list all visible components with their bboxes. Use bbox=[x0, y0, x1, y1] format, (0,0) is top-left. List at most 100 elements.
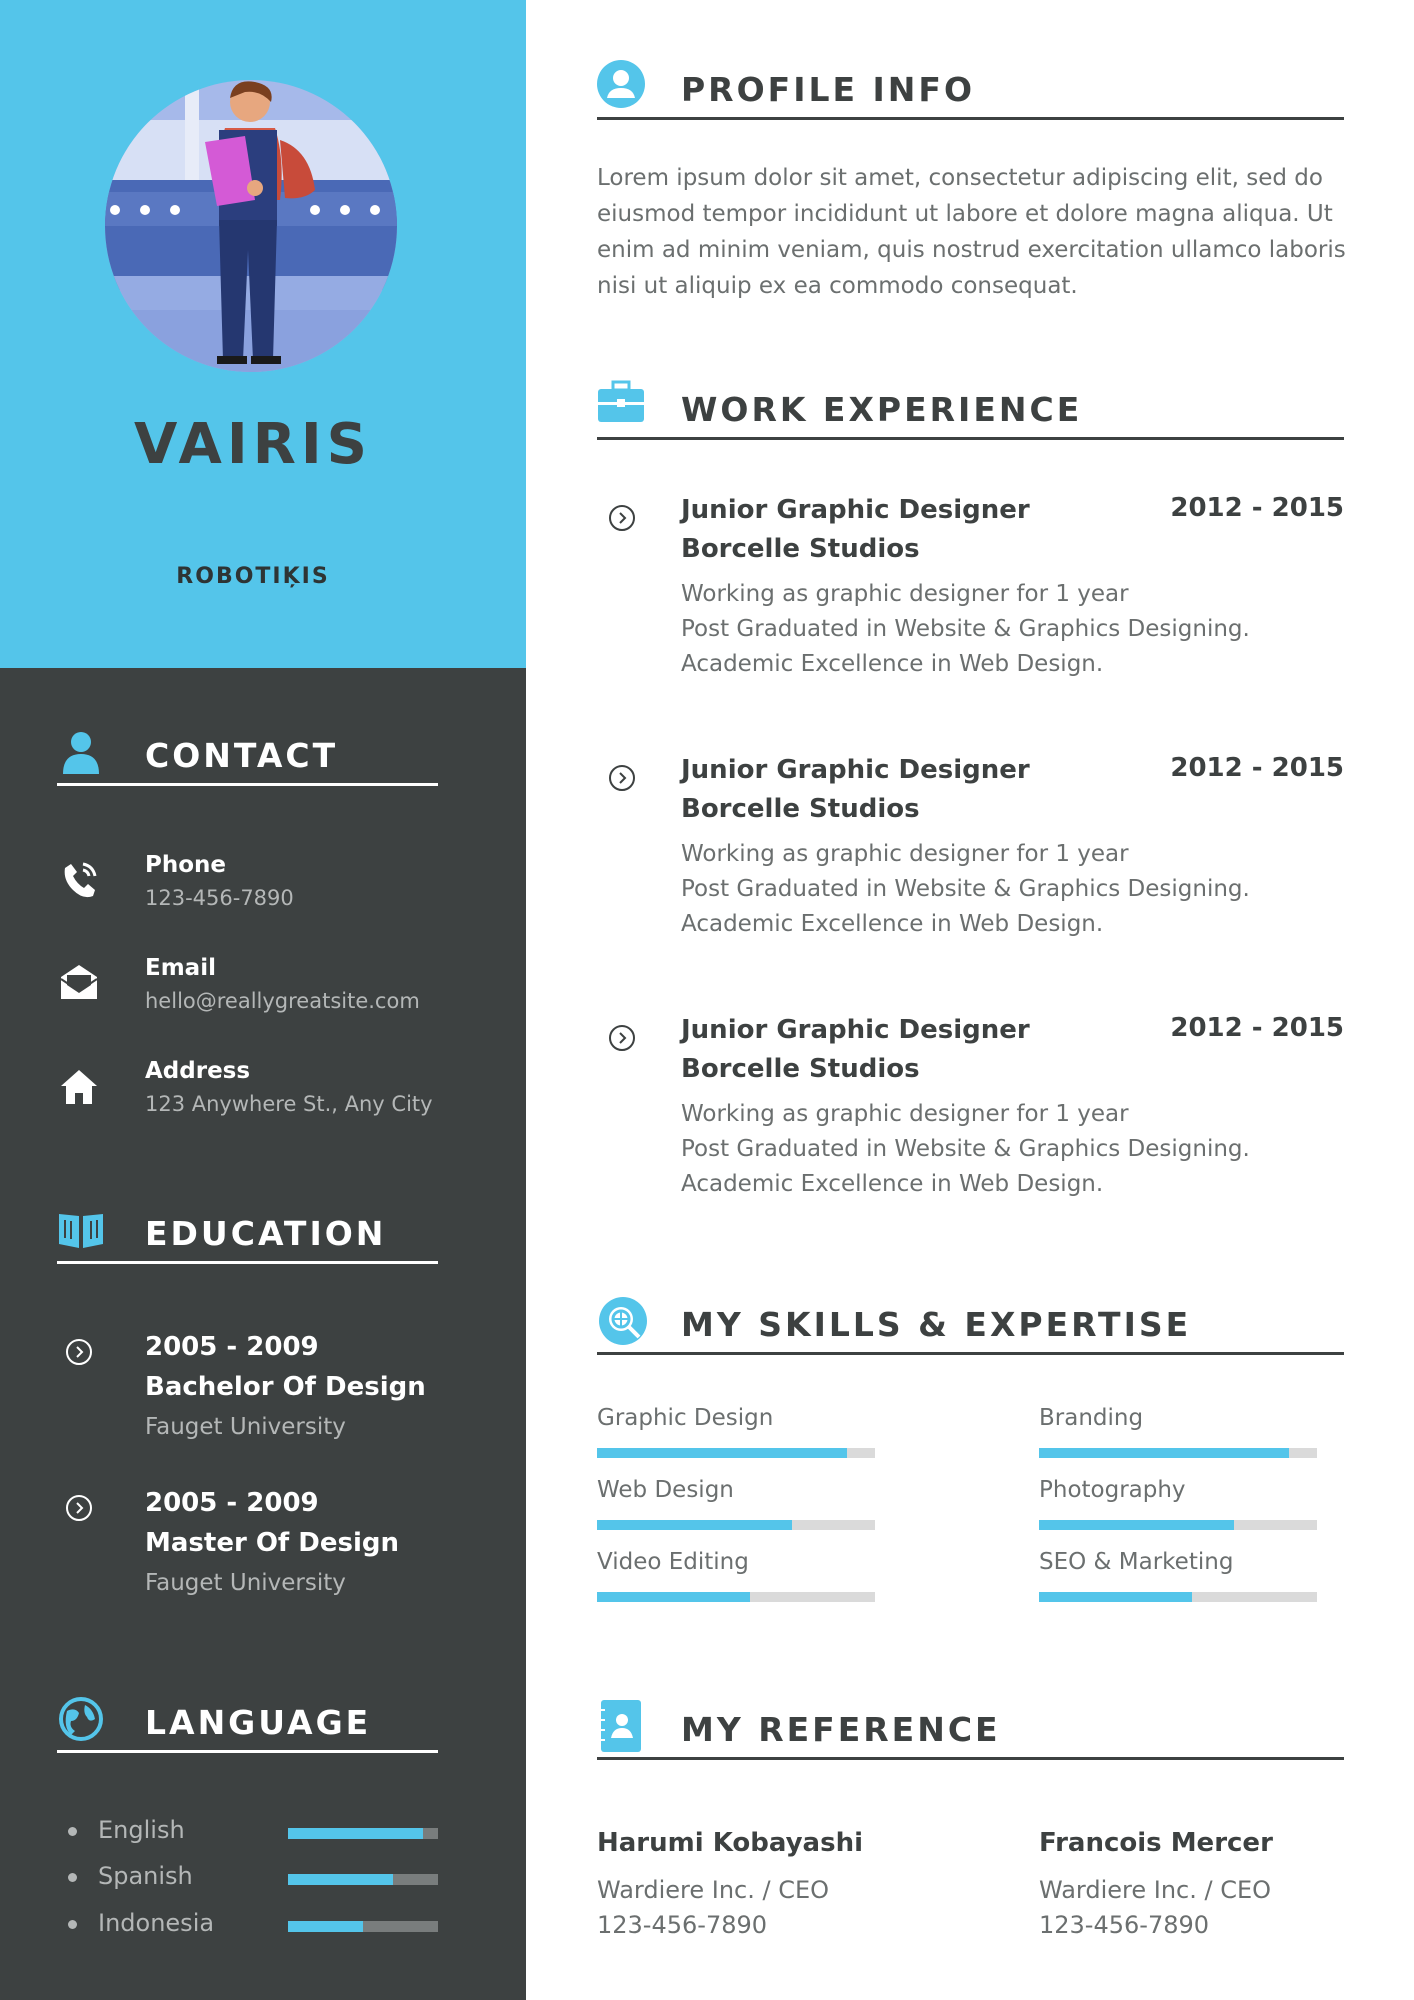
work-item: Junior Graphic Designer Borcelle Studios 2… bbox=[597, 493, 1344, 695]
reference-company: Wardiere Inc. / CEO bbox=[597, 1876, 830, 1904]
work-description-line: Working as graphic designer for 1 year bbox=[681, 1101, 1129, 1127]
work-description-line: Working as graphic designer for 1 year bbox=[681, 581, 1129, 607]
skill-name: Branding bbox=[1039, 1405, 1144, 1431]
contact-address: Address 123 Anywhere St., Any City bbox=[57, 1058, 477, 1138]
chevron-circle-icon bbox=[65, 1338, 93, 1366]
contact-book-icon bbox=[597, 1700, 645, 1752]
language-name: Indonesia bbox=[98, 1909, 215, 1937]
work-title: WORK EXPERIENCE bbox=[681, 390, 1083, 429]
education-school: Fauget University bbox=[145, 1570, 346, 1596]
skill-level-fill bbox=[597, 1520, 792, 1530]
language-item: Spanish bbox=[66, 1862, 438, 1894]
work-description-line: Post Graduated in Website & Graphics Des… bbox=[681, 1136, 1250, 1162]
language-level-bar bbox=[288, 1828, 438, 1839]
work-heading: WORK EXPERIENCE bbox=[597, 376, 1344, 440]
contact-value: 123 Anywhere St., Any City bbox=[145, 1092, 433, 1116]
work-description-line: Post Graduated in Website & Graphics Des… bbox=[681, 616, 1250, 642]
education-heading: EDUCATION bbox=[57, 1202, 438, 1264]
work-role: Junior Graphic Designer bbox=[681, 495, 1030, 525]
bullet bbox=[68, 1827, 77, 1836]
briefcase-icon bbox=[597, 380, 645, 428]
education-title: EDUCATION bbox=[145, 1214, 387, 1253]
chevron-circle-icon bbox=[65, 1494, 93, 1522]
globe-icon bbox=[57, 1697, 105, 1741]
language-level-fill bbox=[288, 1874, 393, 1885]
language-level-fill bbox=[288, 1828, 423, 1839]
person-title: ROBOTIĶIS bbox=[176, 564, 330, 589]
skill-item: Video Editing bbox=[597, 1549, 875, 1609]
profile-text: Lorem ipsum dolor sit amet, consectetur … bbox=[597, 165, 1346, 299]
work-company: Borcelle Studios bbox=[681, 1054, 920, 1084]
work-description-line: Academic Excellence in Web Design. bbox=[681, 911, 1104, 937]
skill-name: SEO & Marketing bbox=[1039, 1549, 1234, 1575]
contact-label: Phone bbox=[145, 852, 227, 878]
language-level-bar bbox=[288, 1921, 438, 1932]
skills-heading: MY SKILLS & EXPERTISE bbox=[597, 1291, 1344, 1355]
work-description: Working as graphic designer for 1 year Po… bbox=[681, 577, 1250, 682]
work-years: 2012 - 2015 bbox=[1170, 753, 1344, 783]
skill-item: Web Design bbox=[597, 1477, 875, 1537]
contact-heading: CONTACT bbox=[57, 724, 438, 786]
book-icon bbox=[57, 1208, 105, 1252]
skill-item: SEO & Marketing bbox=[1039, 1549, 1317, 1609]
work-role: Junior Graphic Designer bbox=[681, 1015, 1030, 1045]
work-company: Borcelle Studios bbox=[681, 534, 920, 564]
person-name: VAIRIS bbox=[133, 412, 372, 477]
bullet bbox=[68, 1873, 77, 1882]
phone-icon bbox=[59, 860, 99, 900]
reference-heading: MY REFERENCE bbox=[597, 1696, 1344, 1760]
skill-level-fill bbox=[597, 1448, 848, 1458]
skill-name: Video Editing bbox=[597, 1549, 749, 1575]
contact-label: Email bbox=[145, 955, 216, 981]
skill-level-fill bbox=[1039, 1592, 1192, 1602]
reference-item: Harumi Kobayashi Wardiere Inc. / CEO 123… bbox=[597, 1828, 957, 1939]
language-level-fill bbox=[288, 1921, 363, 1932]
language-item: English bbox=[66, 1816, 438, 1848]
skill-level-fill bbox=[597, 1592, 750, 1602]
profile-heading: PROFILE INFO bbox=[597, 56, 1344, 120]
work-description: Working as graphic designer for 1 year Po… bbox=[681, 837, 1250, 942]
email-icon bbox=[59, 963, 99, 1003]
work-years: 2012 - 2015 bbox=[1170, 493, 1344, 523]
skill-level-bar bbox=[1039, 1520, 1317, 1530]
skill-level-bar bbox=[597, 1448, 875, 1458]
work-description-line: Academic Excellence in Web Design. bbox=[681, 1171, 1104, 1197]
chevron-circle-icon bbox=[608, 1024, 636, 1052]
work-item: Junior Graphic Designer Borcelle Studios 2… bbox=[597, 1013, 1344, 1215]
header-panel: VAIRIS ROBOTIĶIS bbox=[0, 0, 526, 668]
contact-title: CONTACT bbox=[145, 736, 339, 775]
skill-item: Branding bbox=[1039, 1405, 1317, 1465]
profile-title: PROFILE INFO bbox=[681, 70, 976, 109]
chevron-circle-icon bbox=[608, 504, 636, 532]
language-level-bar bbox=[288, 1874, 438, 1885]
contact-value: hello@reallygreatsite.com bbox=[145, 989, 420, 1013]
skill-item: Photography bbox=[1039, 1477, 1317, 1537]
work-company: Borcelle Studios bbox=[681, 794, 920, 824]
skill-level-bar bbox=[597, 1592, 875, 1602]
bullet bbox=[68, 1920, 77, 1929]
skill-level-fill bbox=[1039, 1448, 1290, 1458]
education-years: 2005 - 2009 bbox=[145, 1488, 319, 1518]
skill-level-fill bbox=[1039, 1520, 1234, 1530]
home-icon bbox=[59, 1066, 99, 1106]
skill-level-bar bbox=[597, 1520, 875, 1530]
language-heading: LANGUAGE bbox=[57, 1691, 438, 1753]
language-title: LANGUAGE bbox=[145, 1703, 372, 1742]
avatar bbox=[105, 80, 397, 372]
reference-name: Harumi Kobayashi bbox=[597, 1828, 863, 1858]
skill-name: Graphic Design bbox=[597, 1405, 774, 1431]
skills-icon bbox=[597, 1295, 647, 1345]
contact-label: Address bbox=[145, 1058, 251, 1084]
user-circle-icon bbox=[597, 60, 645, 108]
user-icon bbox=[57, 730, 105, 774]
reference-phone: 123-456-7890 bbox=[1039, 1911, 1210, 1939]
language-name: English bbox=[98, 1816, 185, 1844]
skill-name: Photography bbox=[1039, 1477, 1186, 1503]
chevron-circle-icon bbox=[608, 764, 636, 792]
language-name: Spanish bbox=[98, 1862, 193, 1890]
skill-level-bar bbox=[1039, 1448, 1317, 1458]
reference-name: Francois Mercer bbox=[1039, 1828, 1273, 1858]
contact-value: 123-456-7890 bbox=[145, 886, 294, 910]
skill-name: Web Design bbox=[597, 1477, 734, 1503]
work-description-line: Working as graphic designer for 1 year bbox=[681, 841, 1129, 867]
